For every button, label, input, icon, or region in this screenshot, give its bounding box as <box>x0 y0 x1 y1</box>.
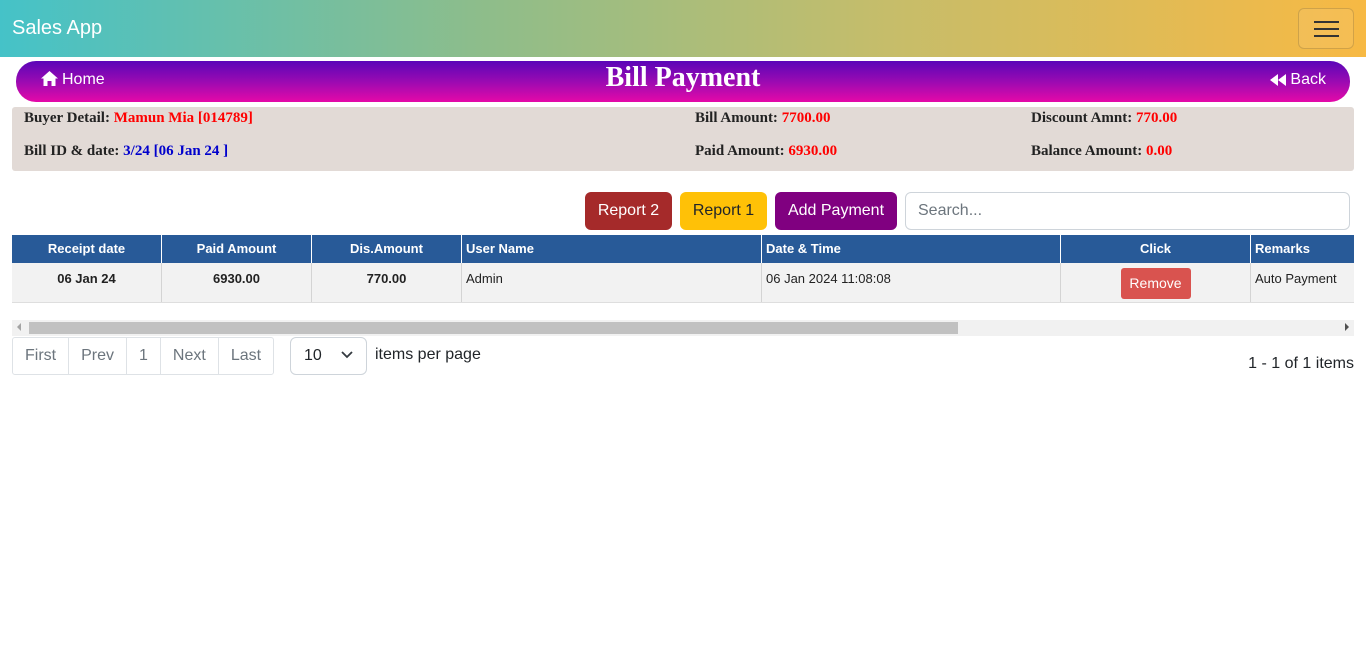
items-per-page-label: items per page <box>375 346 481 363</box>
cell-paid-amount: 6930.00 <box>162 263 312 302</box>
last-page-button[interactable]: Last <box>217 337 275 375</box>
bill-id-label: Bill ID & date: <box>24 143 120 159</box>
bill-info-panel: Buyer Detail: Mamun Mia [014789] Bill ID… <box>12 107 1354 171</box>
remove-button[interactable]: Remove <box>1120 268 1191 299</box>
bill-id-date: Bill ID & date: 3/24 [06 Jan 24 ] <box>24 143 228 160</box>
discount-amount: Discount Amnt: 770.00 <box>1031 110 1177 127</box>
report-2-button[interactable]: Report 2 <box>585 192 672 230</box>
balance-amount: Balance Amount: 0.00 <box>1031 143 1172 160</box>
items-count: 1 - 1 of 1 items <box>1248 355 1354 372</box>
cell-date-time: 06 Jan 2024 11:08:08 <box>762 263 1061 302</box>
report-1-button[interactable]: Report 1 <box>680 192 767 230</box>
menu-toggle-button[interactable] <box>1298 8 1354 49</box>
bill-amount: Bill Amount: 7700.00 <box>695 110 830 127</box>
buyer-detail: Buyer Detail: Mamun Mia [014789] <box>24 110 253 127</box>
column-header-paid-amount[interactable]: Paid Amount <box>162 235 312 263</box>
column-header-remarks[interactable]: Remarks <box>1251 235 1354 263</box>
column-header-user-name[interactable]: User Name <box>462 235 762 263</box>
horizontal-scrollbar[interactable] <box>12 320 1354 336</box>
page-size-select[interactable]: 10 <box>290 337 367 375</box>
cell-receipt-date: 06 Jan 24 <box>12 263 162 302</box>
cell-action: Remove <box>1061 263 1251 302</box>
menu-icon-line <box>1314 28 1339 30</box>
paid-amount-label: Paid Amount: <box>695 143 785 159</box>
add-payment-button[interactable]: Add Payment <box>775 192 897 230</box>
column-header-date-time[interactable]: Date & Time <box>762 235 1061 263</box>
column-header-receipt-date[interactable]: Receipt date <box>12 235 162 263</box>
table-header-row: Receipt date Paid Amount Dis.Amount User… <box>12 235 1354 263</box>
buyer-detail-label: Buyer Detail: <box>24 110 110 126</box>
app-brand[interactable]: Sales App <box>12 17 102 40</box>
paid-amount-value: 6930.00 <box>788 143 838 159</box>
page-title-bar: Home Bill Payment Back <box>16 61 1350 102</box>
bill-id-value: 3/24 [06 Jan 24 ] <box>123 143 229 159</box>
paid-amount: Paid Amount: 6930.00 <box>695 143 837 160</box>
payments-grid: Receipt date Paid Amount Dis.Amount User… <box>12 235 1354 304</box>
column-header-dis-amount[interactable]: Dis.Amount <box>312 235 462 263</box>
balance-amount-label: Balance Amount: <box>1031 143 1143 159</box>
cell-remarks: Auto Payment <box>1255 271 1337 286</box>
back-link[interactable]: Back <box>1270 71 1326 89</box>
pagination: First Prev 1 Next Last <box>12 337 275 375</box>
back-label: Back <box>1290 71 1326 88</box>
page-size-value: 10 <box>304 347 322 364</box>
page-1-button[interactable]: 1 <box>126 337 161 375</box>
column-header-click[interactable]: Click <box>1061 235 1251 263</box>
backward-icon <box>1270 74 1287 86</box>
prev-page-button[interactable]: Prev <box>68 337 128 375</box>
buyer-detail-value: Mamun Mia [014789] <box>113 110 253 126</box>
cell-user-name: Admin <box>462 263 762 302</box>
menu-icon-line <box>1314 35 1339 37</box>
scrollbar-thumb[interactable] <box>29 322 958 334</box>
cell-dis-amount: 770.00 <box>312 263 462 302</box>
discount-amount-value: 770.00 <box>1136 110 1178 126</box>
bill-amount-value: 7700.00 <box>781 110 831 126</box>
table-row: 06 Jan 24 6930.00 770.00 Admin 06 Jan 20… <box>12 263 1354 303</box>
bill-amount-label: Bill Amount: <box>695 110 778 126</box>
chevron-down-icon <box>341 351 353 359</box>
discount-amount-label: Discount Amnt: <box>1031 110 1133 126</box>
search-input[interactable] <box>905 192 1350 230</box>
scroll-left-icon[interactable] <box>17 323 21 331</box>
balance-amount-value: 0.00 <box>1146 143 1173 159</box>
first-page-button[interactable]: First <box>12 337 70 375</box>
menu-icon-line <box>1314 21 1339 23</box>
top-navbar: Sales App <box>0 0 1366 57</box>
next-page-button[interactable]: Next <box>159 337 219 375</box>
scroll-right-icon[interactable] <box>1345 323 1349 331</box>
page-title: Bill Payment <box>605 62 761 93</box>
